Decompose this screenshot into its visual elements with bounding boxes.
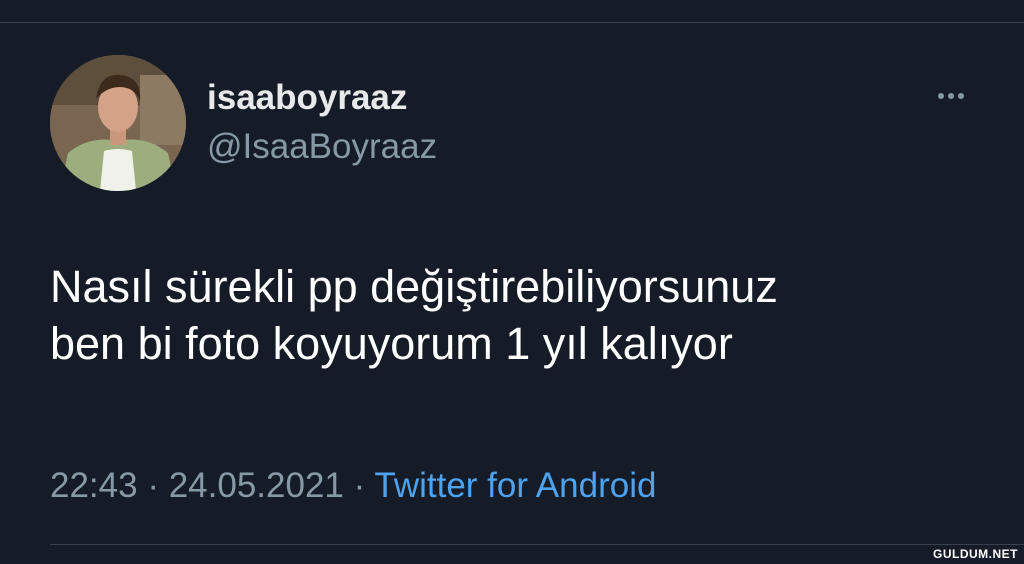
top-divider <box>0 22 1024 23</box>
tweet-time[interactable]: 22:43 <box>50 466 138 505</box>
tweet-line: ben bi foto koyuyorum 1 yıl kalıyor <box>50 318 733 369</box>
meta-separator: · <box>147 466 159 505</box>
profile-photo-icon <box>50 55 186 191</box>
display-name[interactable]: isaaboyraaz <box>207 78 407 118</box>
tweet-metadata: 22:43 · 24.05.2021 · Twitter for Android <box>50 466 656 506</box>
user-handle[interactable]: @IsaaBoyraaz <box>207 127 437 167</box>
site-watermark: GULDUM.NET <box>933 547 1018 561</box>
tweet-text: Nasıl sürekli pp değiştirebiliyorsunuz b… <box>50 258 990 372</box>
tweet-card: isaaboyraaz @IsaaBoyraaz Nasıl sürekli p… <box>0 0 1024 564</box>
dot <box>948 93 954 99</box>
meta-separator: · <box>353 466 366 505</box>
bottom-divider <box>50 544 1024 545</box>
tweet-date[interactable]: 24.05.2021 <box>169 466 344 505</box>
tweet-source-link[interactable]: Twitter for Android <box>374 466 656 505</box>
more-options-icon[interactable] <box>926 84 976 108</box>
tweet-line: Nasıl sürekli pp değiştirebiliyorsunuz <box>50 261 778 312</box>
dot <box>938 93 944 99</box>
avatar[interactable] <box>50 55 186 191</box>
dot <box>958 93 964 99</box>
